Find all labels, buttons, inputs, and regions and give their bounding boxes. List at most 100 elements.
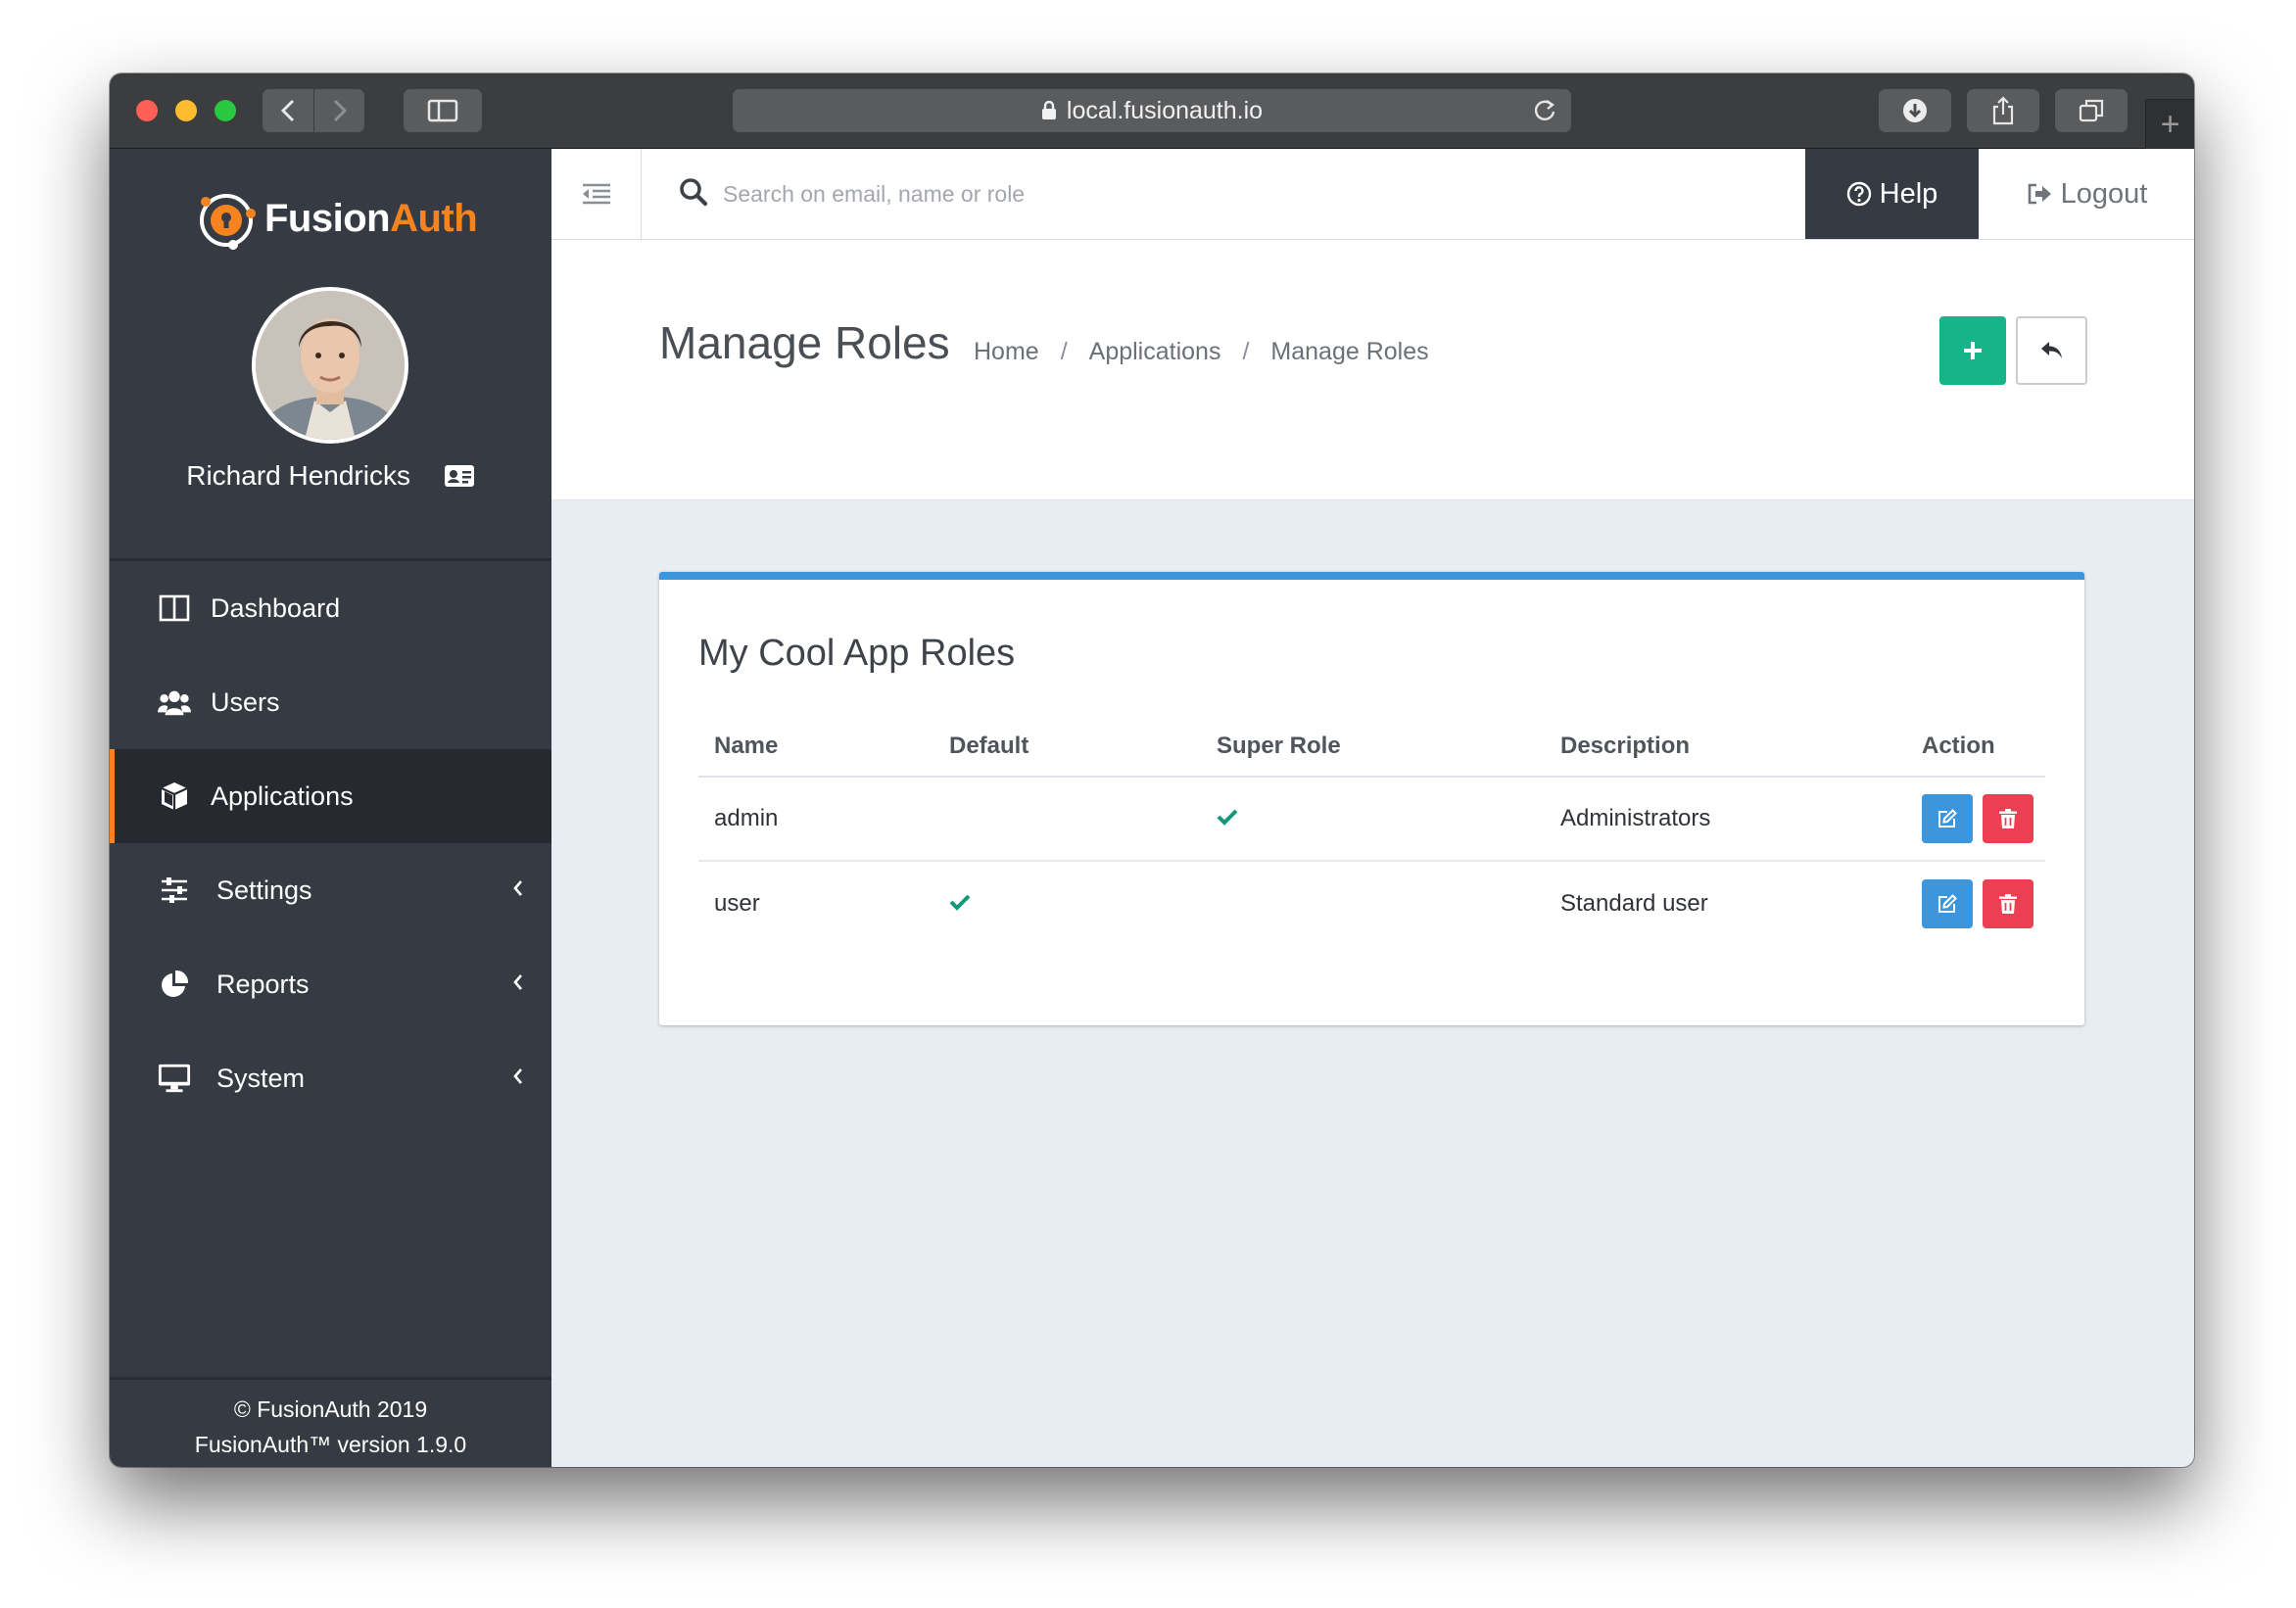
reload-icon[interactable] bbox=[1532, 98, 1557, 123]
copyright-text: © FusionAuth 2019 bbox=[233, 1396, 428, 1422]
sidebar-item-dashboard[interactable]: Dashboard bbox=[110, 561, 551, 655]
column-header-action: Action bbox=[1922, 733, 1995, 759]
sidebar-footer: © FusionAuth 2019 FusionAuth™ version 1.… bbox=[110, 1377, 551, 1467]
lock-icon bbox=[1041, 101, 1056, 119]
top-header: Help Logout bbox=[551, 149, 2194, 240]
role-name: admin bbox=[714, 805, 779, 831]
url-text: local.fusionauth.io bbox=[1066, 96, 1264, 124]
check-icon bbox=[949, 894, 971, 911]
sidebar-item-label: Dashboard bbox=[211, 592, 341, 623]
column-header-super-role: Super Role bbox=[1217, 733, 1341, 759]
chevron-left-icon bbox=[513, 974, 522, 990]
downloads-button[interactable] bbox=[1879, 89, 1951, 132]
close-window-button[interactable] bbox=[136, 100, 158, 121]
sign-out-icon bbox=[2028, 183, 2051, 205]
breadcrumb-separator: / bbox=[1242, 338, 1250, 365]
column-header-name: Name bbox=[714, 733, 779, 759]
sidebar-item-applications[interactable]: Applications bbox=[110, 749, 551, 843]
edit-role-button[interactable] bbox=[1922, 794, 1973, 843]
new-tab-button[interactable]: + bbox=[2145, 99, 2194, 149]
logout-label: Logout bbox=[2060, 177, 2148, 210]
super-role-cell bbox=[1201, 805, 1545, 832]
chevron-left-icon bbox=[280, 99, 295, 122]
check-icon bbox=[1217, 809, 1238, 826]
sidebar-toggle-button[interactable] bbox=[404, 89, 482, 132]
search-input[interactable] bbox=[723, 170, 1604, 217]
sidebar-item-label: Users bbox=[211, 686, 280, 717]
delete-role-button[interactable] bbox=[1983, 794, 2033, 843]
sidebar-item-label: Applications bbox=[211, 780, 354, 811]
fusionauth-logo[interactable]: FusionAuth bbox=[192, 184, 478, 253]
page-title: Manage Roles bbox=[659, 317, 950, 368]
search-icon bbox=[680, 178, 708, 207]
brand-name: FusionAuth bbox=[264, 196, 478, 240]
columns-icon bbox=[158, 591, 191, 625]
share-icon bbox=[1992, 96, 2014, 125]
cube-icon bbox=[158, 780, 191, 813]
edit-icon bbox=[1938, 894, 1957, 913]
edit-icon bbox=[1938, 809, 1957, 828]
roles-table: Name Default Super Role Description Acti… bbox=[698, 717, 2045, 946]
browser-window: local.fusionauth.io + FusionAuth Richard… bbox=[110, 73, 2194, 1467]
plus-icon bbox=[1964, 342, 1982, 359]
minimize-window-button[interactable] bbox=[175, 100, 197, 121]
back-nav-button[interactable] bbox=[263, 89, 313, 132]
version-text: FusionAuth™ version 1.9.0 bbox=[194, 1432, 467, 1457]
back-button[interactable] bbox=[2016, 316, 2087, 385]
roles-panel: My Cool App Roles Name Default Super Rol… bbox=[659, 572, 2084, 1025]
breadcrumb-applications[interactable]: Applications bbox=[1089, 338, 1221, 366]
address-bar[interactable]: local.fusionauth.io bbox=[733, 89, 1571, 132]
sidebar-item-system[interactable]: System bbox=[110, 1031, 551, 1125]
forward-nav-button[interactable] bbox=[313, 89, 364, 132]
trash-icon bbox=[1999, 894, 2017, 914]
default-cell bbox=[933, 890, 1201, 918]
menu-toggle-button[interactable] bbox=[551, 149, 642, 239]
role-description: Standard user bbox=[1560, 890, 1708, 917]
delete-role-button[interactable] bbox=[1983, 879, 2033, 928]
pie-chart-icon bbox=[158, 968, 191, 1001]
table-row: admin Administrators bbox=[698, 778, 2045, 862]
avatar[interactable] bbox=[252, 287, 408, 444]
tabs-icon bbox=[2079, 99, 2104, 122]
user-name[interactable]: Richard Hendricks bbox=[186, 460, 410, 491]
breadcrumb-current: Manage Roles bbox=[1270, 338, 1429, 365]
action-cell bbox=[1906, 794, 2045, 843]
edit-role-button[interactable] bbox=[1922, 879, 1973, 928]
history-nav-group bbox=[263, 89, 364, 132]
logout-button[interactable]: Logout bbox=[1979, 149, 2194, 239]
sidebar-icon bbox=[427, 99, 458, 122]
panel-title: My Cool App Roles bbox=[698, 633, 1016, 674]
role-name: user bbox=[714, 890, 760, 917]
chevron-left-icon bbox=[513, 880, 522, 896]
indent-icon bbox=[582, 183, 610, 205]
table-header: Name Default Super Role Description Acti… bbox=[698, 717, 2045, 778]
sidebar-item-users[interactable]: Users bbox=[110, 655, 551, 749]
download-icon bbox=[1903, 99, 1927, 122]
breadcrumb-separator: / bbox=[1060, 338, 1068, 365]
reply-icon bbox=[2040, 342, 2062, 358]
browser-toolbar: local.fusionauth.io + bbox=[110, 73, 2194, 149]
column-header-default: Default bbox=[949, 733, 1029, 759]
sidebar-item-settings[interactable]: Settings bbox=[110, 843, 551, 937]
user-profile: Richard Hendricks bbox=[110, 460, 551, 495]
breadcrumb-home[interactable]: Home bbox=[974, 338, 1039, 366]
fusionauth-logo-icon bbox=[200, 194, 256, 250]
add-role-button[interactable] bbox=[1939, 316, 2006, 385]
page-header: Manage Roles Home / Applications / Manag… bbox=[551, 240, 2194, 500]
chevron-right-icon bbox=[333, 99, 347, 122]
id-card-icon[interactable] bbox=[444, 463, 475, 495]
zoom-window-button[interactable] bbox=[215, 100, 236, 121]
help-button[interactable]: Help bbox=[1805, 149, 1979, 239]
sidebar-item-label: Settings bbox=[216, 875, 312, 905]
desktop-icon bbox=[158, 1062, 191, 1095]
table-row: user Standard user bbox=[698, 862, 2045, 946]
users-icon bbox=[158, 686, 191, 719]
sidebar-nav: Dashboard Users Applications Settings Re… bbox=[110, 561, 551, 1125]
question-circle-icon bbox=[1846, 181, 1871, 207]
user-portrait bbox=[256, 291, 405, 440]
tab-overview-button[interactable] bbox=[2055, 89, 2128, 132]
sidebar-item-reports[interactable]: Reports bbox=[110, 937, 551, 1031]
sidebar: FusionAuth Richard Hendricks Dashboard U… bbox=[110, 149, 551, 1467]
share-button[interactable] bbox=[1967, 89, 2039, 132]
sliders-icon bbox=[158, 874, 191, 907]
